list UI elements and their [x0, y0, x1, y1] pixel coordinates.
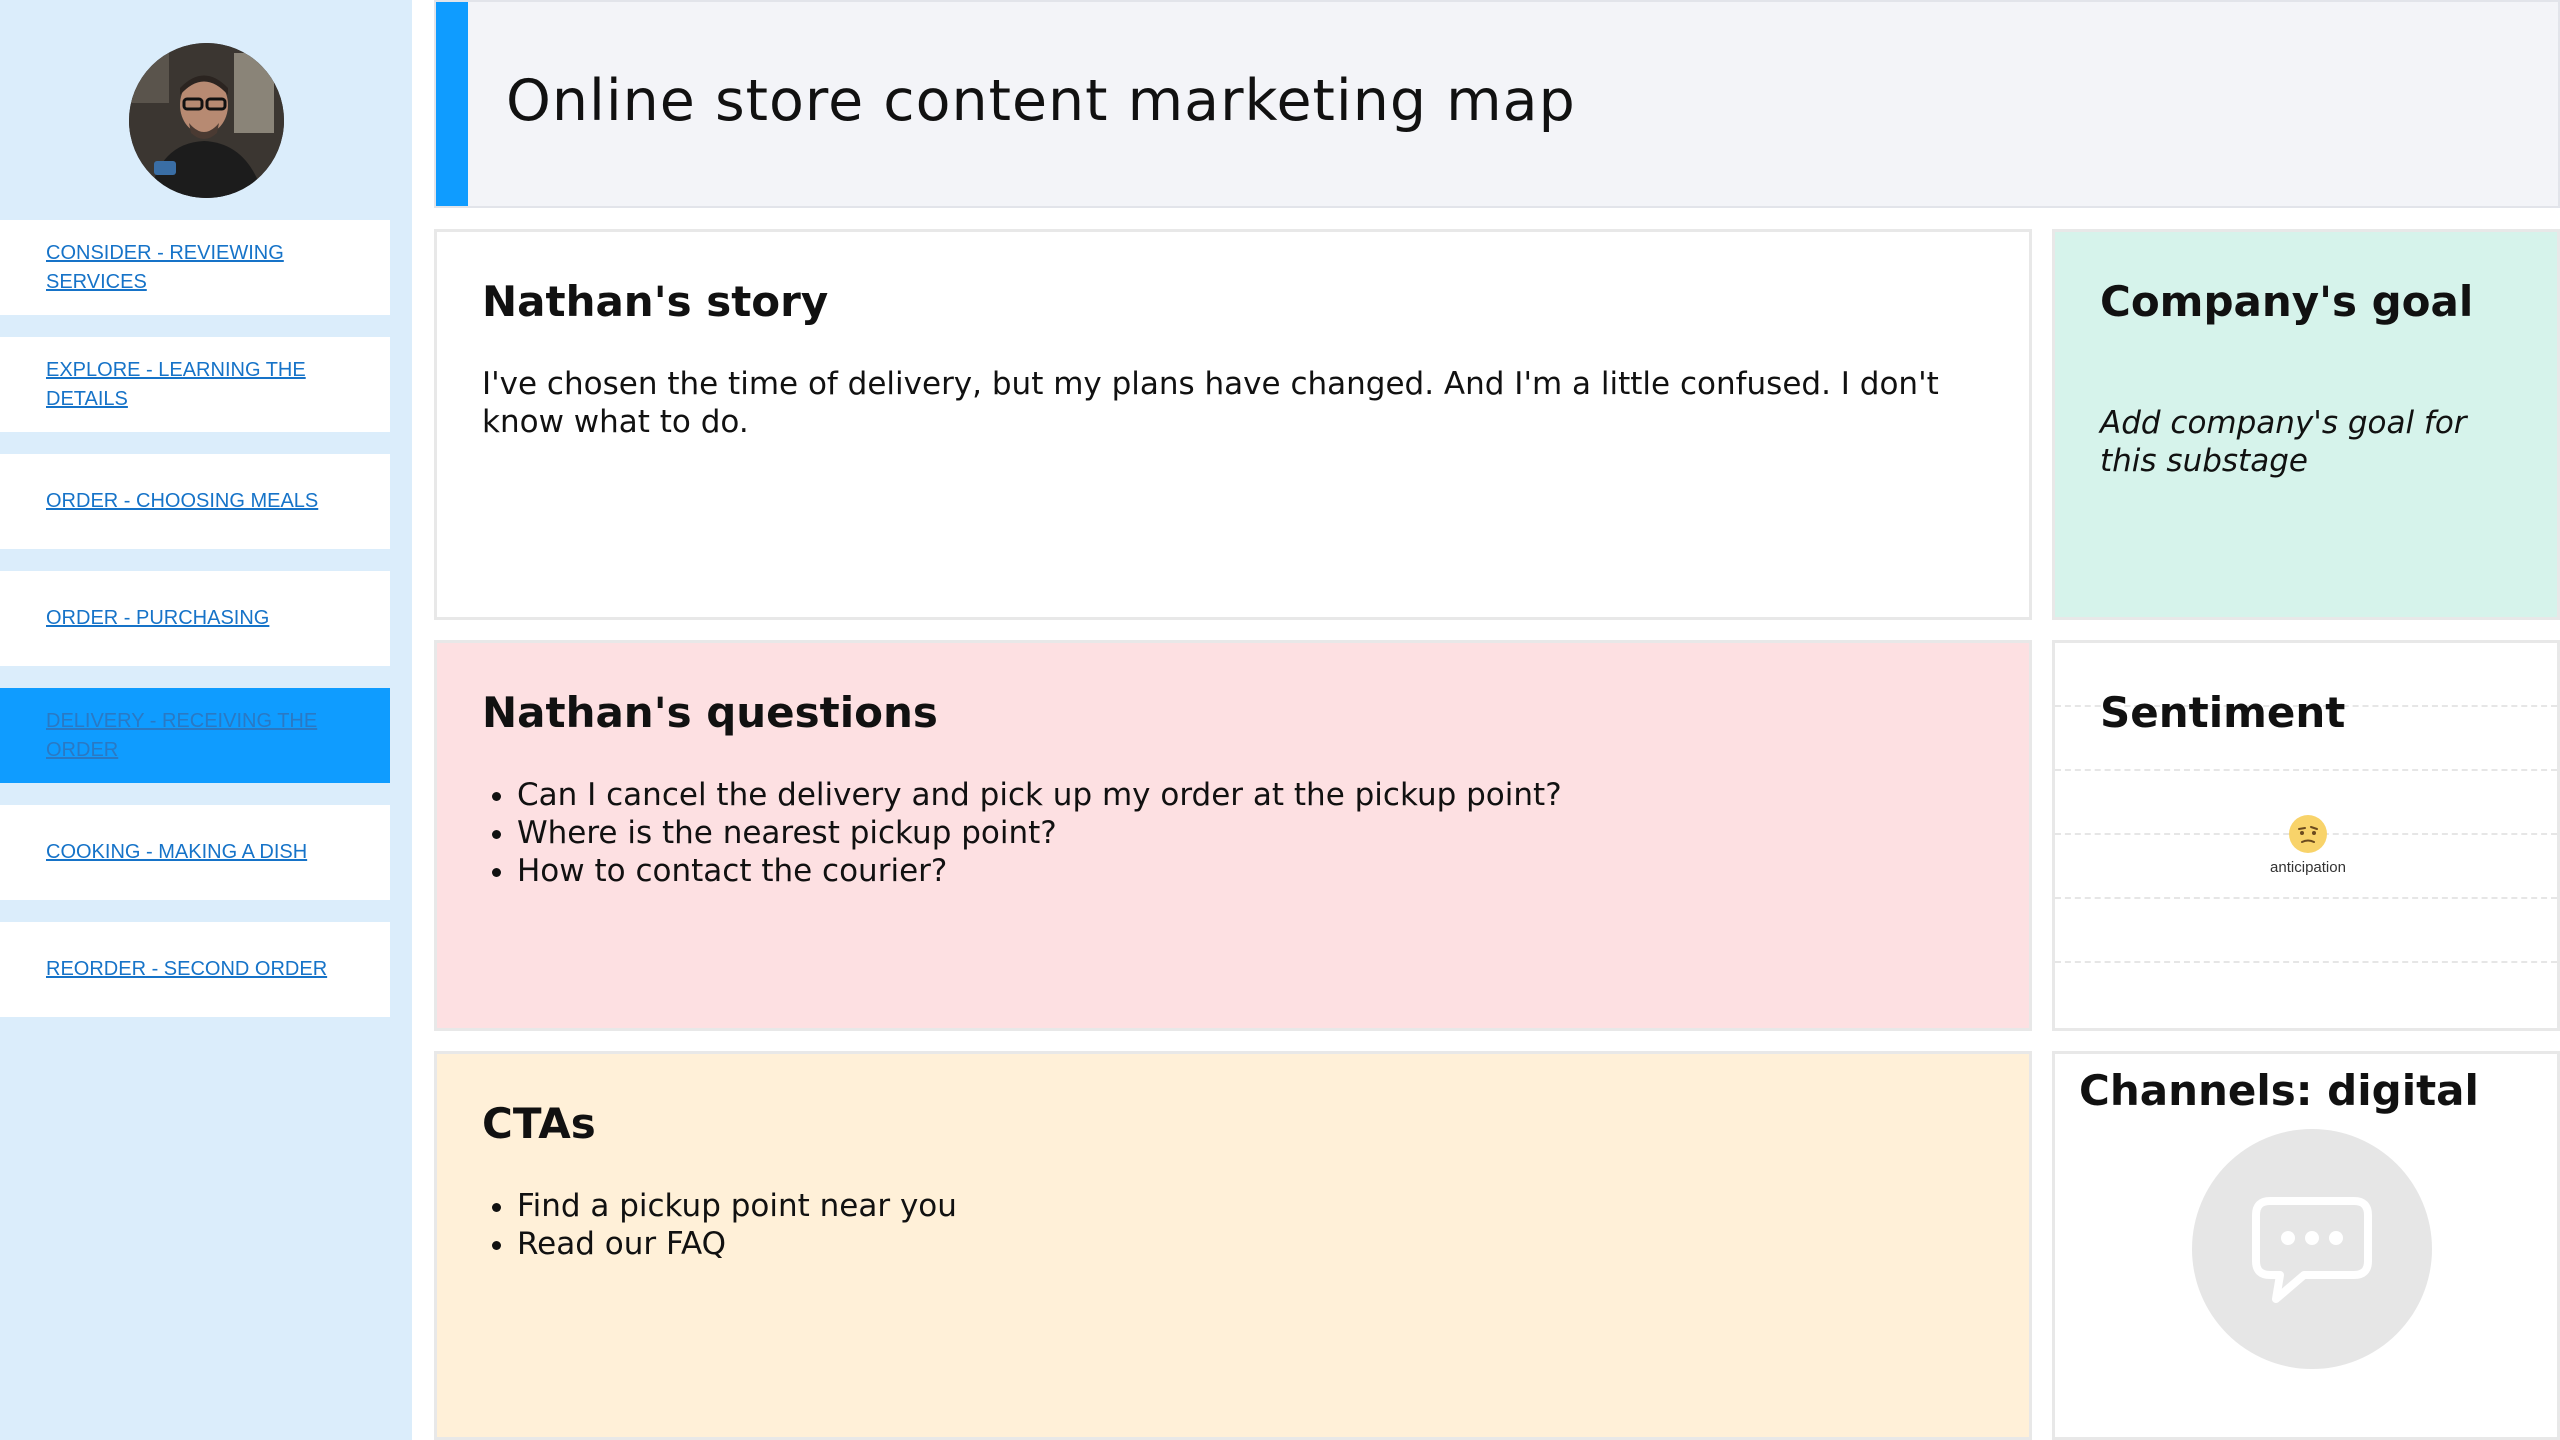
nav-item-order-purchasing[interactable]: ORDER - PURCHASING	[0, 571, 390, 666]
avatar-photo-icon	[129, 43, 284, 198]
questions-list: Can I cancel the delivery and pick up my…	[482, 776, 1562, 890]
nav-item-consider[interactable]: CONSIDER - REVIEWING SERVICES	[0, 220, 390, 315]
nav-link[interactable]: ORDER - CHOOSING MEALS	[46, 487, 318, 516]
story-text: I've chosen the time of delivery, but my…	[482, 366, 1939, 440]
sentiment-title: Sentiment	[2100, 688, 2346, 737]
page-title: Online store content marketing map	[506, 68, 1576, 134]
anticipation-emoji-icon[interactable]	[2288, 814, 2328, 854]
list-item: Where is the nearest pickup point?	[517, 814, 1562, 852]
sentiment-grid-line	[2055, 961, 2557, 963]
chat-bubble-icon	[2252, 1197, 2372, 1303]
list-item: Find a pickup point near you	[517, 1187, 957, 1225]
ctas-list: Find a pickup point near you Read our FA…	[482, 1187, 957, 1263]
journey-stage-nav: CONSIDER - REVIEWING SERVICES EXPLORE - …	[0, 220, 390, 1039]
story-title: Nathan's story	[482, 277, 829, 326]
nav-link[interactable]: REORDER - SECOND ORDER	[46, 955, 327, 984]
nav-link[interactable]: COOKING - MAKING A DISH	[46, 838, 307, 867]
nav-item-cooking[interactable]: COOKING - MAKING A DISH	[0, 805, 390, 900]
ctas-title: CTAs	[482, 1099, 596, 1148]
nav-item-order-choosing[interactable]: ORDER - CHOOSING MEALS	[0, 454, 390, 549]
channels-card: Channels: digital	[2052, 1051, 2560, 1440]
story-card: Nathan's story I've chosen the time of d…	[434, 229, 2032, 620]
channels-title: Channels: digital	[2079, 1066, 2479, 1115]
avatar	[129, 43, 284, 198]
list-item: How to contact the courier?	[517, 852, 1562, 890]
questions-title: Nathan's questions	[482, 688, 938, 737]
questions-card: Nathan's questions Can I cancel the deli…	[434, 640, 2032, 1031]
nav-item-reorder[interactable]: REORDER - SECOND ORDER	[0, 922, 390, 1017]
nav-link[interactable]: DELIVERY - RECEIVING THE ORDER	[46, 707, 336, 765]
header-accent-bar	[436, 2, 468, 206]
ctas-card: CTAs Find a pickup point near you Read o…	[434, 1051, 2032, 1440]
goal-text[interactable]: Add company's goal for this substage	[2100, 404, 2520, 480]
nav-link[interactable]: EXPLORE - LEARNING THE DETAILS	[46, 356, 336, 414]
nav-item-explore[interactable]: EXPLORE - LEARNING THE DETAILS	[0, 337, 390, 432]
sentiment-grid-line	[2055, 769, 2557, 771]
list-item: Can I cancel the delivery and pick up my…	[517, 776, 1562, 814]
list-item: Read our FAQ	[517, 1225, 957, 1263]
sidebar: CONSIDER - REVIEWING SERVICES EXPLORE - …	[0, 0, 412, 1440]
sentiment-card: Sentiment anticipation	[2052, 640, 2560, 1031]
goal-title: Company's goal	[2100, 277, 2474, 326]
nav-link[interactable]: ORDER - PURCHASING	[46, 604, 269, 633]
nav-link[interactable]: CONSIDER - REVIEWING SERVICES	[46, 239, 336, 297]
sentiment-grid-line	[2055, 897, 2557, 899]
page-header: Online store content marketing map	[434, 0, 2560, 208]
channel-item[interactable]	[2192, 1129, 2432, 1369]
company-goal-card: Company's goal Add company's goal for th…	[2052, 229, 2560, 620]
nav-item-delivery[interactable]: DELIVERY - RECEIVING THE ORDER	[0, 688, 390, 783]
emotion-label: anticipation	[2270, 859, 2346, 876]
